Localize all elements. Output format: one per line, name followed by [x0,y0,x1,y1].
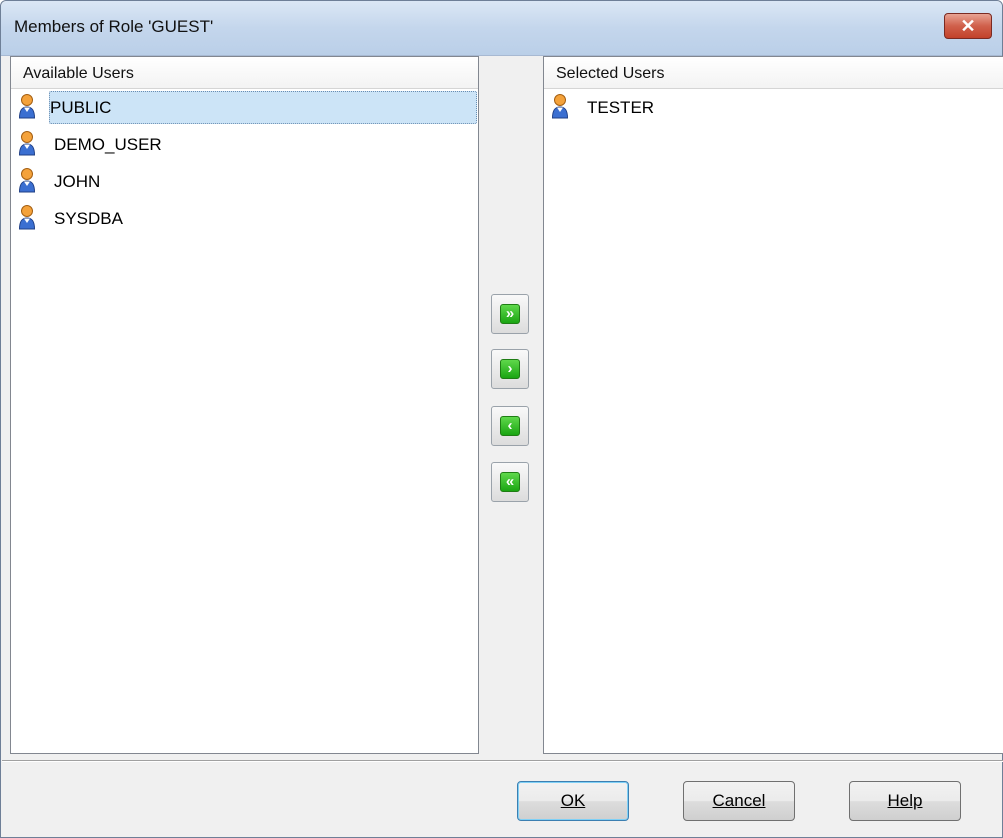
ok-button[interactable]: OK [517,781,629,821]
user-icon [551,94,569,119]
role-members-dialog: Members of Role 'GUEST' ✕ Available User… [0,0,1003,838]
add-button[interactable]: › [491,349,529,389]
list-item-demo-user[interactable]: DEMO_USER [11,126,478,163]
cancel-button[interactable]: Cancel [683,781,795,821]
available-users-header: Available Users [11,57,478,89]
user-label: JOHN [54,172,101,191]
available-users-list[interactable]: PUBLIC DEMO_USER JOHN SYSDBA [11,89,478,237]
selected-users-list[interactable]: TESTER [544,89,1003,126]
user-icon [18,131,36,156]
user-icon [18,168,36,193]
footer-divider [2,760,1003,762]
selected-users-panel: Selected Users TESTER [543,56,1003,754]
user-icon [18,94,36,119]
user-label: PUBLIC [50,98,112,117]
help-label: Help [887,791,923,810]
list-item-tester[interactable]: TESTER [544,89,1003,126]
close-icon: ✕ [960,16,976,36]
list-item-sysdba[interactable]: SYSDBA [11,200,478,237]
available-users-panel: Available Users PUBLIC DEMO_USER JOHN SY… [10,56,479,754]
list-item-public[interactable]: PUBLIC [11,89,478,126]
selected-users-header: Selected Users [544,57,1003,89]
right-arrow-icon: › [500,359,520,379]
list-item-john[interactable]: JOHN [11,163,478,200]
double-left-arrow-icon: « [500,472,520,492]
close-button[interactable]: ✕ [944,13,992,39]
ok-label: OK [560,791,586,810]
left-arrow-icon: ‹ [500,416,520,436]
double-right-arrow-icon: » [500,304,520,324]
user-icon [18,205,36,230]
user-label: TESTER [587,98,655,117]
add-all-button[interactable]: » [491,294,529,334]
title-bar: Members of Role 'GUEST' ✕ [1,1,1002,56]
user-label: SYSDBA [54,209,123,228]
window-title: Members of Role 'GUEST' [14,17,214,36]
remove-button[interactable]: ‹ [491,406,529,446]
cancel-label: Cancel [712,791,766,810]
user-label: DEMO_USER [54,135,162,154]
selection-highlight: PUBLIC [49,91,477,124]
remove-all-button[interactable]: « [491,462,529,502]
help-button[interactable]: Help [849,781,961,821]
